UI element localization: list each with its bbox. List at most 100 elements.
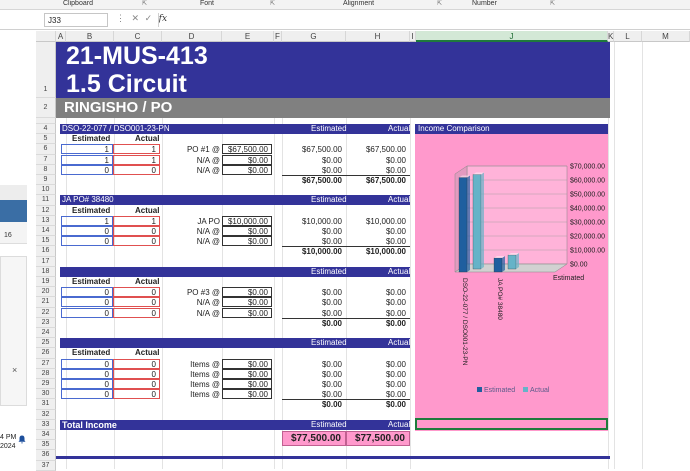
estimated-line-total[interactable]: $0.00 <box>282 227 342 236</box>
actual-qty-cell[interactable]: 0 <box>113 297 160 308</box>
row-header[interactable]: 15 <box>36 236 56 247</box>
actual-line-total[interactable]: $0.00 <box>346 309 406 318</box>
actual-subtotal[interactable]: $67,500.00 <box>346 176 406 185</box>
estimated-subtotal[interactable]: $0.00 <box>282 400 342 409</box>
actual-qty-cell[interactable]: 0 <box>113 368 160 379</box>
row-header[interactable]: 36 <box>36 450 56 461</box>
actual-line-total[interactable]: $0.00 <box>346 390 406 399</box>
row-header[interactable]: 13 <box>36 215 56 226</box>
estimated-qty-cell[interactable]: 0 <box>61 368 113 379</box>
actual-line-total[interactable]: $10,000.00 <box>346 217 406 226</box>
estimated-qty-cell[interactable]: 0 <box>61 287 113 298</box>
grand-total-estimated[interactable]: $77,500.00 <box>282 431 346 446</box>
row-header[interactable]: 9 <box>36 175 56 186</box>
dialog-launcher-icon[interactable]: ⇱ <box>142 0 147 7</box>
column-header[interactable]: C <box>114 31 162 42</box>
actual-qty-cell[interactable]: 0 <box>113 379 160 389</box>
actual-qty-cell[interactable]: 1 <box>113 144 160 155</box>
actual-line-total[interactable]: $0.00 <box>346 288 406 297</box>
more-icon[interactable]: ⋮ <box>116 13 125 23</box>
estimated-line-total[interactable]: $0.00 <box>282 288 342 297</box>
row-header[interactable]: 32 <box>36 409 56 420</box>
row-header[interactable]: 16 <box>36 246 56 257</box>
estimated-qty-cell[interactable]: 0 <box>61 226 113 236</box>
column-header[interactable]: B <box>66 31 114 42</box>
row-header[interactable]: 7 <box>36 154 56 165</box>
dialog-launcher-icon[interactable]: ⇱ <box>550 0 555 7</box>
row-header[interactable]: 12 <box>36 205 56 216</box>
grand-total-actual[interactable]: $77,500.00 <box>346 431 410 446</box>
actual-line-total[interactable]: $0.00 <box>346 370 406 379</box>
income-comparison-chart[interactable]: $70,000.00 $60,000.00 $50,000.00 $40,000.00… <box>415 124 608 431</box>
dialog-launcher-icon[interactable]: ⇱ <box>437 0 442 7</box>
unit-price-cell[interactable]: $0.00 <box>222 226 272 236</box>
column-header[interactable]: M <box>642 31 690 42</box>
row-header[interactable]: 10 <box>36 185 56 196</box>
estimated-line-total[interactable]: $0.00 <box>282 380 342 389</box>
unit-price-cell[interactable]: $0.00 <box>222 368 272 379</box>
column-header[interactable]: H <box>346 31 410 42</box>
estimated-line-total[interactable]: $10,000.00 <box>282 217 342 226</box>
estimated-qty-cell[interactable]: 0 <box>61 379 113 389</box>
column-header[interactable]: E <box>222 31 274 42</box>
actual-line-total[interactable]: $0.00 <box>346 156 406 165</box>
estimated-qty-cell[interactable]: 0 <box>61 236 113 247</box>
unit-price-cell[interactable]: $0.00 <box>222 297 272 308</box>
estimated-qty-cell[interactable]: 1 <box>61 144 113 155</box>
row-header[interactable]: 1 <box>36 42 56 98</box>
row-header[interactable]: 5 <box>36 134 56 145</box>
row-header[interactable]: 33 <box>36 419 56 430</box>
actual-qty-cell[interactable]: 0 <box>113 358 160 369</box>
row-header[interactable]: 20 <box>36 287 56 298</box>
estimated-line-total[interactable]: $0.00 <box>282 166 342 175</box>
column-header[interactable]: F <box>274 31 282 42</box>
row-header[interactable]: 34 <box>36 430 56 441</box>
side-window-header[interactable] <box>0 200 27 222</box>
row-header[interactable]: 23 <box>36 317 56 328</box>
estimated-line-total[interactable]: $67,500.00 <box>282 145 342 154</box>
actual-line-total[interactable]: $0.00 <box>346 298 406 307</box>
actual-line-total[interactable]: $0.00 <box>346 360 406 369</box>
actual-qty-cell[interactable]: 0 <box>113 236 160 247</box>
row-header[interactable]: 37 <box>36 460 56 471</box>
row-header[interactable]: 21 <box>36 297 56 308</box>
actual-qty-cell[interactable]: 0 <box>113 389 160 400</box>
estimated-line-total[interactable]: $0.00 <box>282 360 342 369</box>
actual-qty-cell[interactable]: 0 <box>113 287 160 298</box>
row-header[interactable]: 17 <box>36 256 56 267</box>
estimated-line-total[interactable]: $0.00 <box>282 370 342 379</box>
column-header-selected[interactable]: J <box>416 31 608 42</box>
estimated-line-total[interactable]: $0.00 <box>282 309 342 318</box>
row-header[interactable]: 18 <box>36 266 56 277</box>
row-header[interactable]: 25 <box>36 338 56 349</box>
row-header[interactable]: 28 <box>36 368 56 379</box>
row-header[interactable]: 35 <box>36 440 56 451</box>
unit-price-cell[interactable]: $67,500.00 <box>222 144 272 155</box>
estimated-subtotal[interactable]: $0.00 <box>282 319 342 328</box>
actual-qty-cell[interactable]: 0 <box>113 307 160 318</box>
estimated-line-total[interactable]: $0.00 <box>282 156 342 165</box>
estimated-qty-cell[interactable]: 0 <box>61 358 113 369</box>
estimated-qty-cell[interactable]: 0 <box>61 297 113 308</box>
estimated-qty-cell[interactable]: 0 <box>61 389 113 400</box>
row-header[interactable]: 27 <box>36 358 56 369</box>
row-header[interactable]: 11 <box>36 195 56 206</box>
unit-price-cell[interactable]: $0.00 <box>222 307 272 318</box>
estimated-qty-cell[interactable]: 1 <box>61 215 113 226</box>
actual-qty-cell[interactable]: 0 <box>113 164 160 175</box>
dialog-launcher-icon[interactable]: ⇱ <box>270 0 275 7</box>
name-box[interactable]: J33 <box>44 13 108 27</box>
column-header[interactable]: L <box>614 31 642 42</box>
row-header[interactable]: 8 <box>36 164 56 175</box>
estimated-qty-cell[interactable]: 1 <box>61 154 113 165</box>
estimated-line-total[interactable]: $0.00 <box>282 237 342 246</box>
unit-price-cell[interactable]: $0.00 <box>222 358 272 369</box>
actual-line-total[interactable]: $0.00 <box>346 166 406 175</box>
actual-line-total[interactable]: $67,500.00 <box>346 145 406 154</box>
actual-qty-cell[interactable]: 1 <box>113 154 160 165</box>
enter-icon[interactable]: ✓ <box>145 13 153 23</box>
row-header[interactable]: 19 <box>36 277 56 288</box>
estimated-qty-cell[interactable]: 0 <box>61 307 113 318</box>
actual-qty-cell[interactable]: 0 <box>113 226 160 236</box>
actual-qty-cell[interactable]: 1 <box>113 215 160 226</box>
